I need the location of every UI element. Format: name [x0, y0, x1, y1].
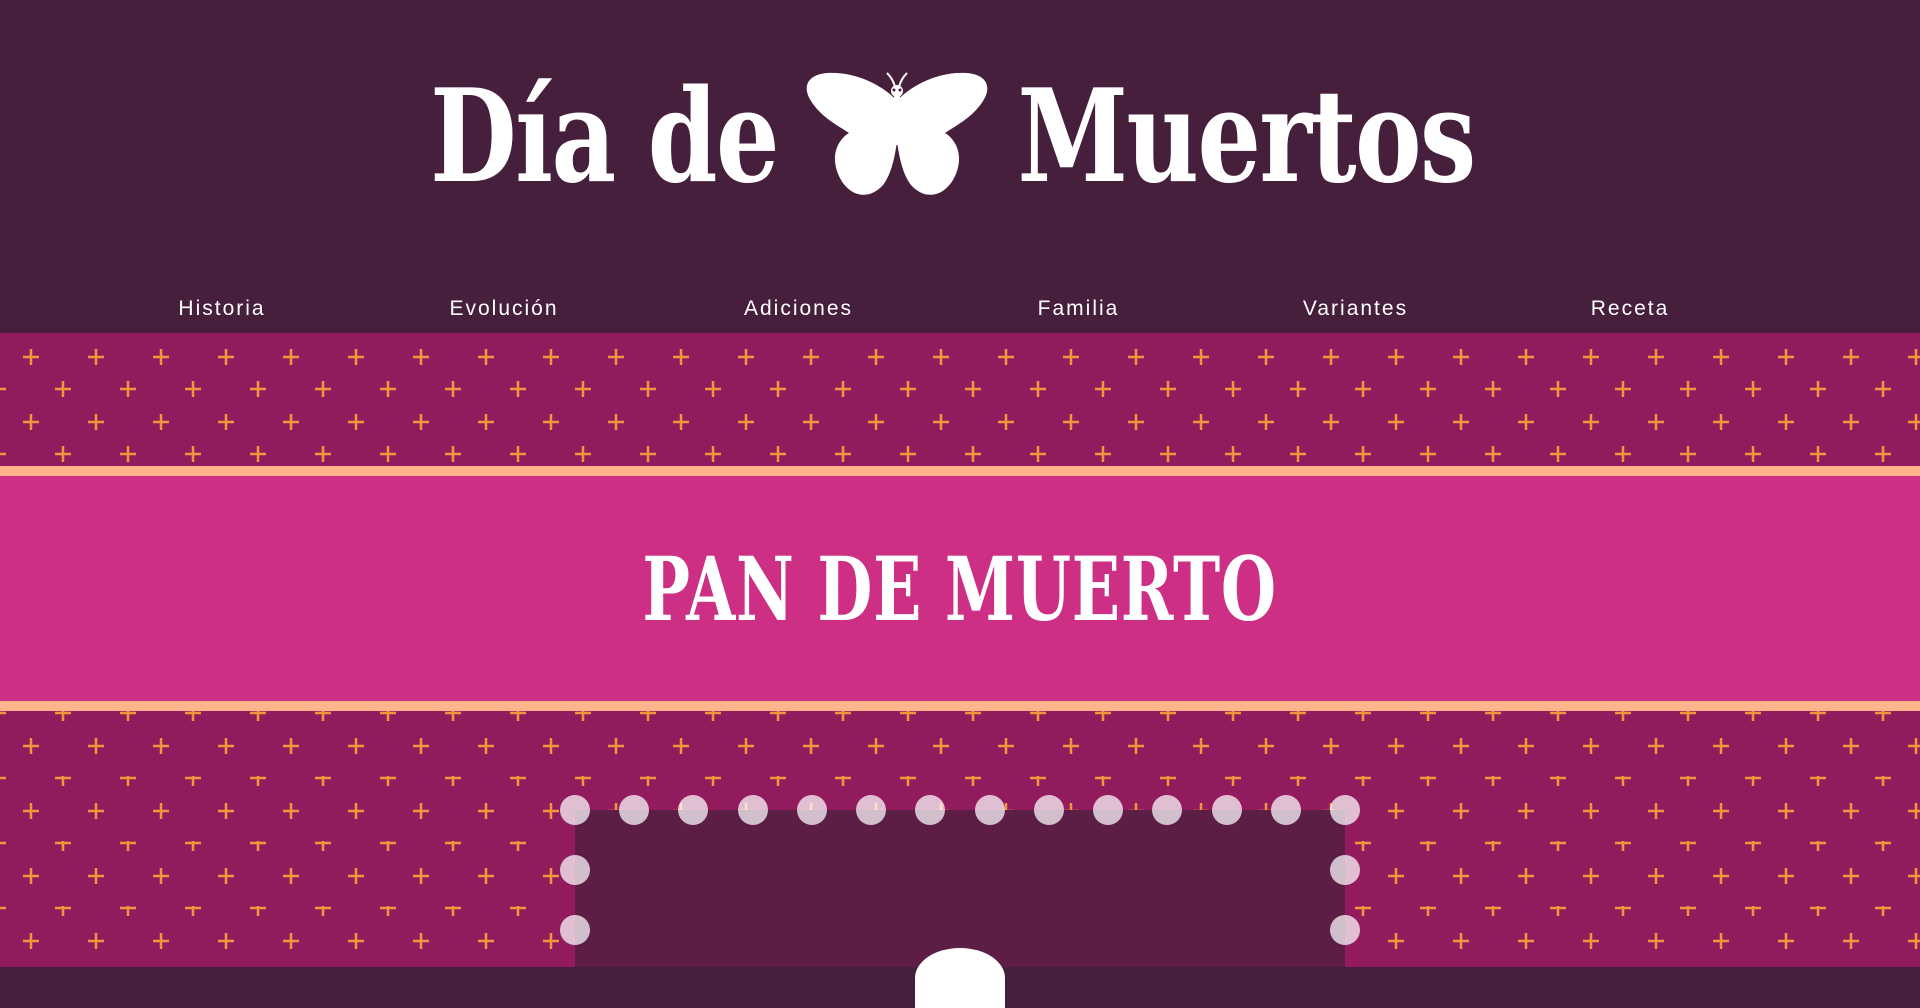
frame-dot: [678, 795, 709, 825]
content-frame-panel: [575, 810, 1345, 1008]
site-title-right: Muertos: [1017, 62, 1476, 212]
main-nav: Historia Evolución Adiciones Familia Var…: [0, 294, 1920, 344]
nav-item-label: Evolución: [449, 297, 559, 320]
frame-dot: [619, 795, 650, 825]
nav-item-label: Adiciones: [743, 297, 854, 320]
frame-dot: [856, 795, 887, 825]
content-frame: [560, 795, 1360, 1008]
site-title-left: Día de: [429, 62, 779, 212]
frame-dot: [974, 795, 1005, 825]
frame-dot: [915, 795, 946, 825]
nav-item-label: Historia: [178, 297, 266, 320]
frame-dot: [1152, 795, 1183, 825]
butterfly-icon: [806, 72, 988, 195]
nav-item-label: Variantes: [1302, 297, 1409, 320]
site-header: Día de Muertos Historia Evolución Adicio…: [0, 0, 1920, 344]
frame-dot: [560, 855, 590, 885]
frame-dot: [560, 915, 590, 945]
nav-item-label: Receta: [1590, 297, 1670, 320]
frame-dot: [737, 795, 768, 825]
section-banner: PAN DE MUERTO: [0, 466, 1920, 711]
cross-pattern-graphic: [0, 333, 1920, 466]
frame-dot: [1211, 795, 1242, 825]
frame-dot: [560, 795, 590, 825]
cross-pattern-top: [0, 333, 1920, 466]
skull-icon: [915, 948, 1005, 1008]
frame-dot: [796, 795, 827, 825]
frame-dot: [1330, 855, 1360, 885]
frame-dot: [1330, 915, 1360, 945]
frame-dot: [1330, 795, 1360, 825]
frame-dot: [1270, 795, 1301, 825]
site-title[interactable]: Día de Muertos: [0, 62, 1920, 212]
frame-dot: [1093, 795, 1124, 825]
page-title: PAN DE MUERTO: [642, 536, 1278, 641]
frame-dot: [1033, 795, 1064, 825]
nav-item-label: Familia: [1037, 297, 1120, 320]
